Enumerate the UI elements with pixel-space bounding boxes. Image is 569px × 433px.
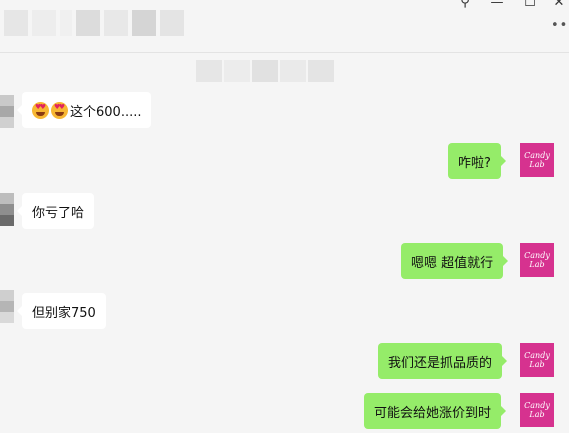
blurred-timestamp — [196, 60, 336, 82]
message-text: 但别家750 — [32, 305, 96, 321]
self-avatar[interactable]: Candy Lab — [520, 143, 554, 177]
message-text: 这个600..... — [70, 104, 142, 120]
minimize-button[interactable]: — — [487, 0, 507, 10]
avatar-logo-line-1: Candy — [524, 251, 550, 260]
avatar-logo-line-1: Candy — [524, 401, 550, 410]
avatar-logo-line-2: Lab — [529, 160, 545, 169]
message-text: 咋啦? — [458, 155, 491, 171]
close-button[interactable]: ✕ — [549, 0, 569, 10]
contact-avatar[interactable] — [0, 290, 14, 324]
message-bubble-outgoing: 可能会给她涨价到时 — [364, 393, 507, 429]
message-bubble-incoming: 你亏了哈 — [16, 193, 95, 229]
avatar-logo-line-2: Lab — [529, 360, 545, 369]
heart-eyes-emoji-icon — [32, 101, 49, 119]
self-avatar[interactable]: Candy Lab — [520, 343, 554, 377]
message-bubble-outgoing: 我们还是抓品质的 — [378, 343, 508, 379]
title-bar: ⚲ — ☐ ✕ ••• — [0, 0, 569, 53]
pin-icon[interactable]: ⚲ — [455, 0, 475, 10]
message-text: 嗯嗯 超值就行 — [411, 255, 494, 271]
more-options-icon[interactable]: ••• — [551, 18, 569, 34]
message-bubble-incoming: 这个600..... — [16, 92, 152, 128]
heart-eyes-emoji-icon — [51, 101, 68, 119]
message-text: 我们还是抓品质的 — [388, 355, 493, 371]
message-bubble-outgoing: 咋啦? — [448, 143, 506, 179]
self-avatar[interactable]: Candy Lab — [520, 243, 554, 277]
maximize-button[interactable]: ☐ — [520, 0, 540, 10]
contact-avatar[interactable] — [0, 95, 14, 129]
message-text: 可能会给她涨价到时 — [374, 405, 492, 421]
message-text: 你亏了哈 — [32, 205, 85, 221]
blurred-chat-title — [4, 10, 188, 38]
avatar-logo-line-1: Candy — [524, 351, 550, 360]
message-bubble-incoming: 但别家750 — [17, 293, 106, 329]
contact-avatar[interactable] — [0, 193, 14, 227]
avatar-logo-line-1: Candy — [524, 151, 550, 160]
avatar-logo-line-2: Lab — [529, 260, 545, 269]
self-avatar[interactable]: Candy Lab — [520, 393, 554, 427]
avatar-logo-line-2: Lab — [529, 410, 545, 419]
message-bubble-outgoing: 嗯嗯 超值就行 — [401, 243, 509, 279]
